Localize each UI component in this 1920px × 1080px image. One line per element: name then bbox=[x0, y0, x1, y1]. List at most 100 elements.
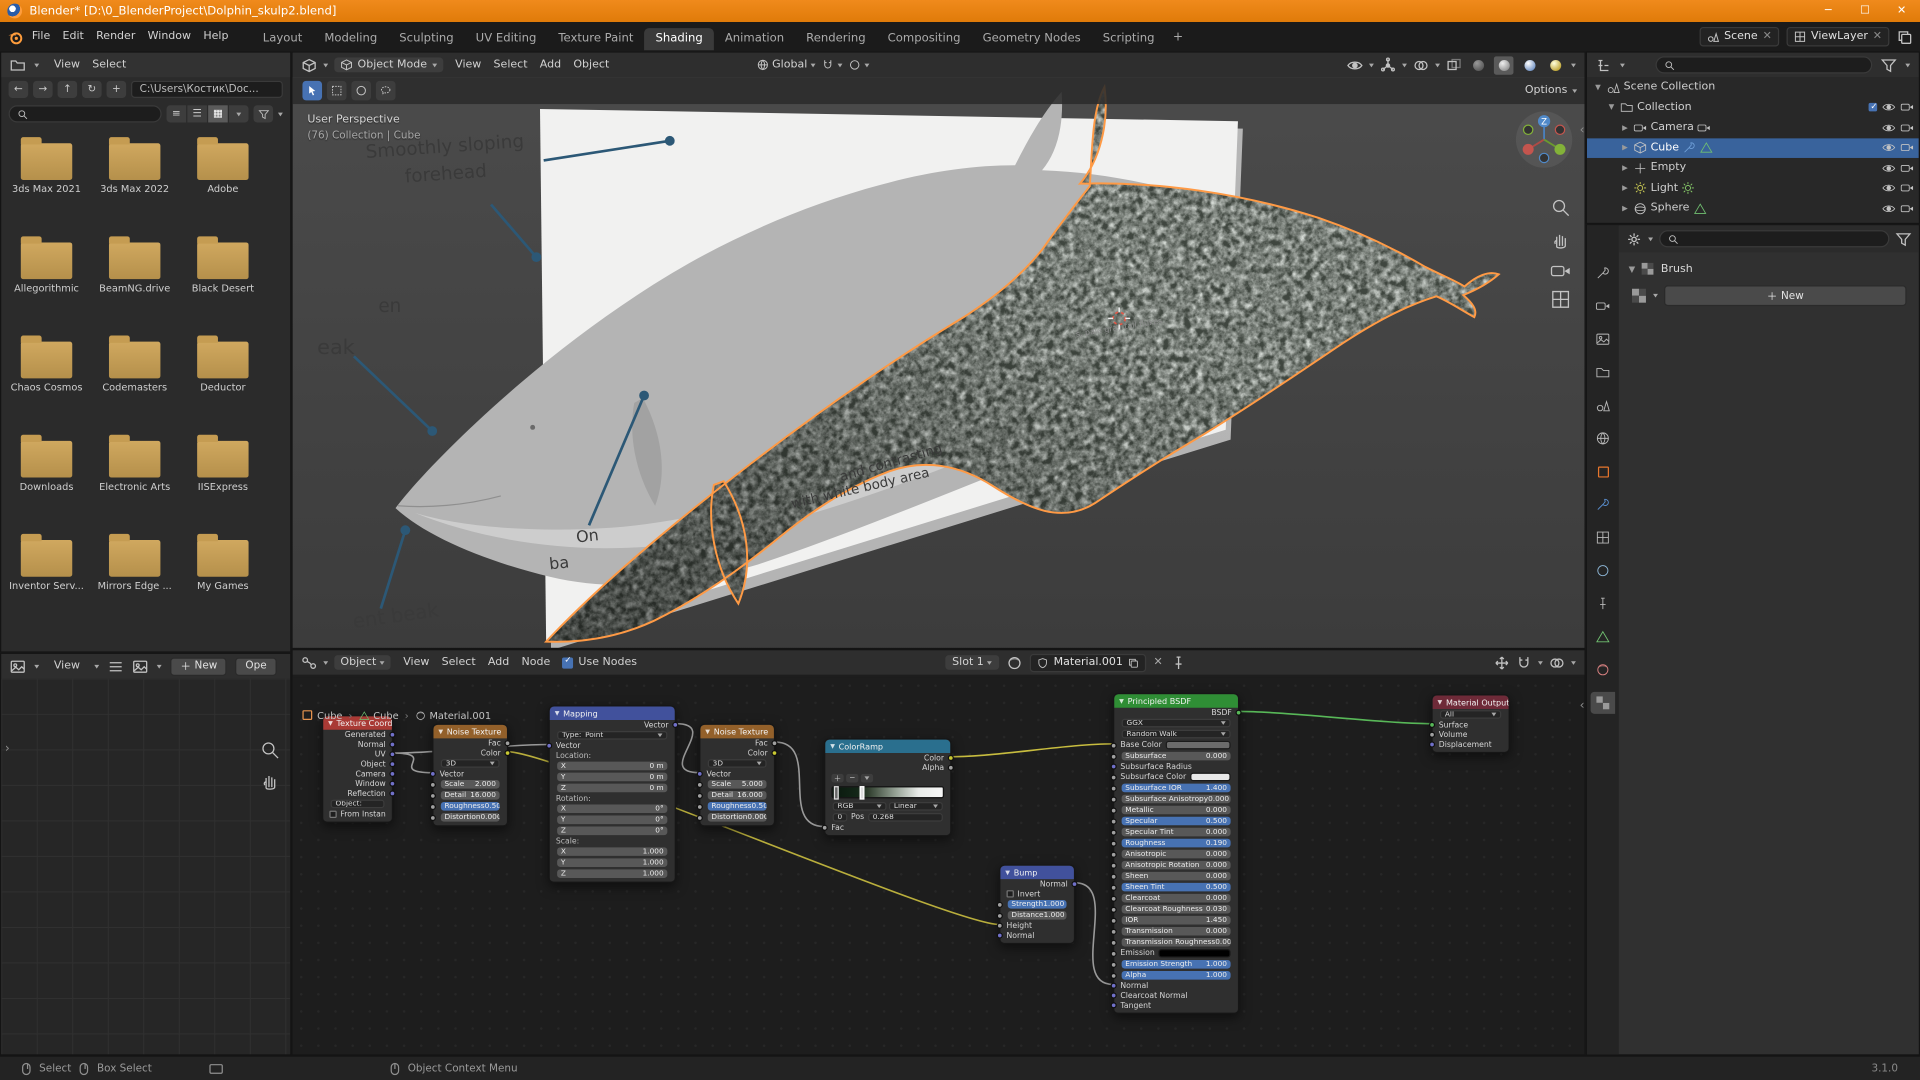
material-name-field[interactable]: Material.001 bbox=[1030, 653, 1146, 671]
socket-in-specular[interactable] bbox=[1111, 818, 1117, 824]
node-row-surface[interactable]: Surface bbox=[1433, 720, 1509, 730]
node-row-clearcoat-roughness[interactable]: Clearcoat Roughness0.030 bbox=[1114, 904, 1238, 915]
socket-in-subsurface-color[interactable] bbox=[1111, 774, 1117, 780]
node-row-vector[interactable]: Vector bbox=[550, 720, 675, 730]
node-row-y[interactable]: Y0° bbox=[550, 814, 675, 825]
properties-tab-world[interactable] bbox=[1591, 427, 1615, 449]
collapse-icon[interactable]: ▼ bbox=[438, 728, 443, 735]
image-zoom-icon[interactable] bbox=[260, 740, 281, 761]
node-row-sheen[interactable]: Sheen0.000 bbox=[1114, 871, 1238, 882]
image-sidebar-toggle[interactable]: › bbox=[5, 742, 10, 755]
outliner-row-cube[interactable]: ▶Cube bbox=[1587, 138, 1919, 158]
socket-out-fac[interactable] bbox=[771, 740, 777, 746]
socket-in-metallic[interactable] bbox=[1111, 807, 1117, 813]
node-snapping-icon[interactable] bbox=[1516, 654, 1532, 670]
socket-in-base-color[interactable] bbox=[1111, 742, 1117, 748]
shading-material-preview-button[interactable] bbox=[1520, 56, 1540, 74]
menu-help[interactable]: Help bbox=[197, 28, 234, 45]
node-header[interactable]: ▼Material Output bbox=[1433, 696, 1509, 709]
editor-type-properties-icon[interactable] bbox=[1626, 231, 1642, 247]
node-row-fac[interactable]: Fac bbox=[700, 738, 773, 748]
folder-item-deductor[interactable]: Deductor bbox=[179, 332, 267, 431]
shading-rendered-button[interactable] bbox=[1545, 56, 1565, 74]
eye-icon[interactable] bbox=[1882, 161, 1895, 174]
node-row-z[interactable]: Z0° bbox=[550, 825, 675, 836]
node-row-vector[interactable]: Vector bbox=[550, 741, 675, 751]
editor-type-shader-icon[interactable] bbox=[301, 654, 317, 670]
node-row-normal[interactable]: Normal bbox=[1000, 879, 1073, 889]
collapse-icon[interactable]: ▼ bbox=[830, 743, 835, 750]
outliner-row-collection[interactable]: ▼Collection bbox=[1587, 97, 1919, 117]
expand-arrow-icon[interactable]: ▶ bbox=[1620, 184, 1630, 193]
socket-in-sheen-tint[interactable] bbox=[1111, 884, 1117, 890]
node-link[interactable] bbox=[775, 742, 824, 826]
node-row-invert[interactable]: Invert bbox=[1000, 889, 1073, 899]
node-row-y[interactable]: Y0 m bbox=[550, 771, 675, 782]
socket-in-vector[interactable] bbox=[546, 743, 552, 749]
node-header[interactable]: ▼Bump bbox=[1000, 866, 1073, 879]
editor-type-file-browser-icon[interactable] bbox=[10, 57, 26, 73]
node-noise-texture[interactable]: ▼Noise TextureFacColor3DVectorScale2.000… bbox=[432, 724, 508, 827]
socket-out-normal[interactable] bbox=[389, 741, 395, 747]
tab-shading[interactable]: Shading bbox=[645, 28, 714, 50]
menu-file[interactable]: File bbox=[26, 28, 57, 45]
expand-arrow-icon[interactable]: ▶ bbox=[1620, 144, 1630, 153]
folder-item-my-games[interactable]: My Games bbox=[179, 530, 267, 629]
socket-in-height[interactable] bbox=[997, 923, 1003, 929]
properties-filter-icon[interactable] bbox=[1896, 231, 1912, 247]
node-row-height[interactable]: Height bbox=[1000, 921, 1073, 931]
up-button[interactable]: ↑ bbox=[58, 81, 78, 98]
menu-view[interactable]: View bbox=[397, 654, 435, 671]
properties-tab-object-data[interactable] bbox=[1591, 626, 1615, 648]
node-row-normal[interactable]: Normal bbox=[1000, 931, 1073, 941]
material-unlink-icon[interactable]: ✕ bbox=[1154, 656, 1163, 668]
properties-tab-output[interactable] bbox=[1591, 328, 1615, 350]
node-row-emission-strength[interactable]: Emission Strength1.000 bbox=[1114, 959, 1238, 970]
socket-out-object[interactable] bbox=[389, 761, 395, 767]
socket-in-fac[interactable] bbox=[822, 825, 828, 831]
menu-select[interactable]: Select bbox=[436, 654, 482, 671]
render-visibility-icon[interactable] bbox=[1900, 141, 1913, 154]
socket-out-color[interactable] bbox=[948, 755, 954, 761]
node-row-color[interactable]: Color bbox=[825, 753, 950, 763]
shader-sidebar-toggle[interactable]: ‹ bbox=[1580, 699, 1585, 712]
socket-out-color[interactable] bbox=[504, 750, 510, 756]
node-row-ggx[interactable]: GGX bbox=[1114, 718, 1238, 729]
socket-in-vector[interactable] bbox=[430, 771, 436, 777]
socket-in-anisotropic-rotation[interactable] bbox=[1111, 862, 1117, 868]
socket-in-tangent[interactable] bbox=[1111, 1002, 1117, 1008]
viewlayer-selector[interactable]: ViewLayer ✕ bbox=[1787, 27, 1890, 47]
node-row-anisotropic[interactable]: Anisotropic0.000 bbox=[1114, 849, 1238, 860]
node-row-type[interactable]: Type: Point bbox=[550, 730, 675, 741]
render-visibility-icon[interactable] bbox=[1900, 101, 1913, 114]
socket-in-transmission[interactable] bbox=[1111, 928, 1117, 934]
socket-in-roughness[interactable] bbox=[430, 803, 436, 809]
scene-unlink-icon[interactable]: ✕ bbox=[1763, 31, 1772, 43]
node-row-tools[interactable]: ＋− bbox=[825, 773, 950, 784]
display-size-dropdown[interactable] bbox=[229, 105, 249, 122]
minimize-button[interactable]: ─ bbox=[1810, 0, 1847, 22]
node-row-x[interactable]: X1.000 bbox=[550, 846, 675, 857]
node-row-clearcoat-normal[interactable]: Clearcoat Normal bbox=[1114, 991, 1238, 1001]
socket-out-window[interactable] bbox=[389, 781, 395, 787]
socket-in-distortion[interactable] bbox=[697, 814, 703, 820]
menu-select[interactable]: Select bbox=[86, 56, 132, 73]
viewport-canvas[interactable]: Options User Perspective (76) Collection… bbox=[293, 77, 1586, 649]
socket-in-anisotropic[interactable] bbox=[1111, 851, 1117, 857]
viewlayer-unlink-icon[interactable]: ✕ bbox=[1873, 31, 1882, 43]
viewport-zoom-icon[interactable] bbox=[1550, 197, 1571, 218]
tab-uv-editing[interactable]: UV Editing bbox=[465, 28, 548, 50]
socket-out-normal[interactable] bbox=[1071, 881, 1077, 887]
node-row-color[interactable]: Color bbox=[433, 748, 506, 758]
tab-sculpting[interactable]: Sculpting bbox=[388, 28, 464, 50]
socket-in-detail[interactable] bbox=[430, 792, 436, 798]
viewport-ortho-toggle-icon[interactable] bbox=[1550, 289, 1571, 310]
properties-tab-render[interactable] bbox=[1591, 295, 1615, 317]
folder-item-beamng-drive[interactable]: BeamNG.drive bbox=[91, 233, 179, 332]
socket-in-roughness[interactable] bbox=[1111, 840, 1117, 846]
node-link[interactable] bbox=[1075, 883, 1113, 985]
add-workspace-button[interactable]: + bbox=[1166, 30, 1191, 43]
gizmos-toggle-icon[interactable] bbox=[1380, 57, 1396, 73]
node-row-vector[interactable]: Vector bbox=[433, 769, 506, 779]
outliner-row-light[interactable]: ▶Light bbox=[1587, 178, 1919, 198]
